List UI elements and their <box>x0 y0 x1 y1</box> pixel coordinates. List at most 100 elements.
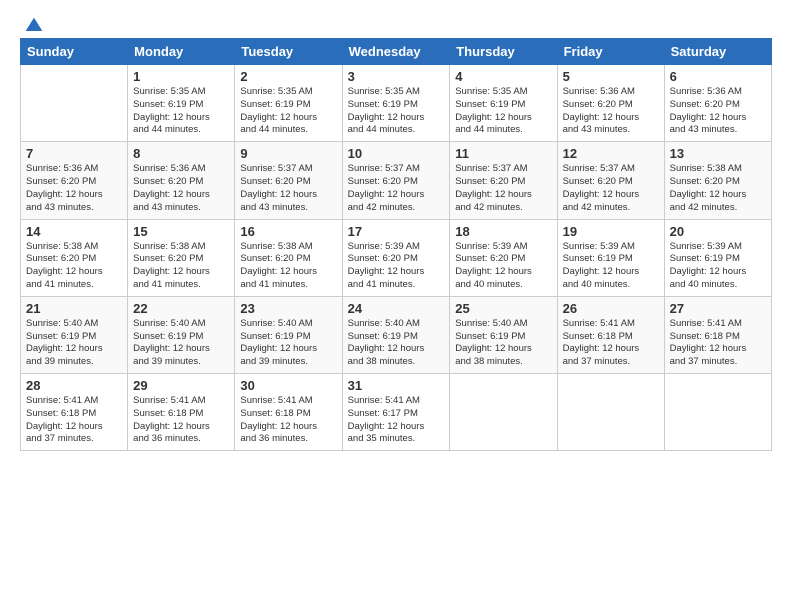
calendar-week-row: 28 Sunrise: 5:41 AM Sunset: 6:18 PM Dayli… <box>21 374 772 451</box>
calendar-cell: 30 Sunrise: 5:41 AM Sunset: 6:18 PM Dayli… <box>235 374 342 451</box>
calendar-cell <box>450 374 557 451</box>
day-number: 21 <box>26 301 122 316</box>
day-number: 16 <box>240 224 336 239</box>
calendar-cell: 21 Sunrise: 5:40 AM Sunset: 6:19 PM Dayli… <box>21 296 128 373</box>
logo-icon <box>24 16 44 36</box>
day-number: 15 <box>133 224 229 239</box>
calendar-week-row: 1 Sunrise: 5:35 AM Sunset: 6:19 PM Daylig… <box>21 65 772 142</box>
calendar-cell: 4Sunrise: 5:35 AM Sunset: 6:19 PM Daylig… <box>450 65 557 142</box>
calendar-header-tuesday: Tuesday <box>235 39 342 65</box>
day-info: Sunrise: 5:39 AM Sunset: 6:20 PM Dayligh… <box>348 241 445 292</box>
day-number: 31 <box>348 378 445 393</box>
day-number: 22 <box>133 301 229 316</box>
calendar-cell: 29 Sunrise: 5:41 AM Sunset: 6:18 PM Dayli… <box>128 374 235 451</box>
calendar-cell: 13 Sunrise: 5:38 AM Sunset: 6:20 PM Dayli… <box>664 142 771 219</box>
day-info: Sunrise: 5:39 AM Sunset: 6:19 PM Dayligh… <box>563 241 659 292</box>
calendar-cell: 1 Sunrise: 5:35 AM Sunset: 6:19 PM Daylig… <box>128 65 235 142</box>
calendar-cell: 20 Sunrise: 5:39 AM Sunset: 6:19 PM Dayli… <box>664 219 771 296</box>
calendar-cell: 24 Sunrise: 5:40 AM Sunset: 6:19 PM Dayli… <box>342 296 450 373</box>
day-number: 5 <box>563 69 659 84</box>
calendar-week-row: 14 Sunrise: 5:38 AM Sunset: 6:20 PM Dayli… <box>21 219 772 296</box>
day-info: Sunrise: 5:39 AM Sunset: 6:20 PM Dayligh… <box>455 241 551 292</box>
day-info: Sunrise: 5:39 AM Sunset: 6:19 PM Dayligh… <box>670 241 766 292</box>
day-number: 13 <box>670 146 766 161</box>
calendar-cell: 25 Sunrise: 5:40 AM Sunset: 6:19 PM Dayli… <box>450 296 557 373</box>
calendar-cell: 28 Sunrise: 5:41 AM Sunset: 6:18 PM Dayli… <box>21 374 128 451</box>
calendar-header-row: SundayMondayTuesdayWednesdayThursdayFrid… <box>21 39 772 65</box>
day-info: Sunrise: 5:41 AM Sunset: 6:18 PM Dayligh… <box>670 318 766 369</box>
calendar-cell: 26Sunrise: 5:41 AM Sunset: 6:18 PM Dayli… <box>557 296 664 373</box>
day-number: 27 <box>670 301 766 316</box>
calendar-cell <box>21 65 128 142</box>
calendar-cell: 18 Sunrise: 5:39 AM Sunset: 6:20 PM Dayli… <box>450 219 557 296</box>
calendar-header-monday: Monday <box>128 39 235 65</box>
calendar-cell: 2 Sunrise: 5:35 AM Sunset: 6:19 PM Daylig… <box>235 65 342 142</box>
calendar-cell: 27 Sunrise: 5:41 AM Sunset: 6:18 PM Dayli… <box>664 296 771 373</box>
day-number: 17 <box>348 224 445 239</box>
calendar-cell: 5 Sunrise: 5:36 AM Sunset: 6:20 PM Daylig… <box>557 65 664 142</box>
calendar-cell: 17 Sunrise: 5:39 AM Sunset: 6:20 PM Dayli… <box>342 219 450 296</box>
calendar-cell: 8Sunrise: 5:36 AM Sunset: 6:20 PM Daylig… <box>128 142 235 219</box>
calendar-header-sunday: Sunday <box>21 39 128 65</box>
day-number: 19 <box>563 224 659 239</box>
calendar-cell: 16 Sunrise: 5:38 AM Sunset: 6:20 PM Dayli… <box>235 219 342 296</box>
day-info: Sunrise: 5:38 AM Sunset: 6:20 PM Dayligh… <box>670 163 766 214</box>
day-info: Sunrise: 5:41 AM Sunset: 6:18 PM Dayligh… <box>240 395 336 446</box>
day-info: Sunrise: 5:40 AM Sunset: 6:19 PM Dayligh… <box>26 318 122 369</box>
day-info: Sunrise: 5:36 AM Sunset: 6:20 PM Dayligh… <box>670 86 766 137</box>
calendar-cell: 19 Sunrise: 5:39 AM Sunset: 6:19 PM Dayli… <box>557 219 664 296</box>
calendar-cell: 7 Sunrise: 5:36 AM Sunset: 6:20 PM Daylig… <box>21 142 128 219</box>
day-number: 7 <box>26 146 122 161</box>
day-info: Sunrise: 5:41 AM Sunset: 6:18 PM Dayligh… <box>563 318 659 369</box>
day-info: Sunrise: 5:36 AM Sunset: 6:20 PM Dayligh… <box>26 163 122 214</box>
day-info: Sunrise: 5:36 AM Sunset: 6:20 PM Dayligh… <box>563 86 659 137</box>
day-info: Sunrise: 5:41 AM Sunset: 6:17 PM Dayligh… <box>348 395 445 446</box>
day-info: Sunrise: 5:41 AM Sunset: 6:18 PM Dayligh… <box>26 395 122 446</box>
calendar-cell: 3Sunrise: 5:35 AM Sunset: 6:19 PM Daylig… <box>342 65 450 142</box>
day-number: 23 <box>240 301 336 316</box>
calendar-header-thursday: Thursday <box>450 39 557 65</box>
day-info: Sunrise: 5:41 AM Sunset: 6:18 PM Dayligh… <box>133 395 229 446</box>
day-info: Sunrise: 5:36 AM Sunset: 6:20 PM Dayligh… <box>133 163 229 214</box>
day-number: 12 <box>563 146 659 161</box>
day-number: 30 <box>240 378 336 393</box>
day-number: 29 <box>133 378 229 393</box>
day-info: Sunrise: 5:38 AM Sunset: 6:20 PM Dayligh… <box>26 241 122 292</box>
day-info: Sunrise: 5:35 AM Sunset: 6:19 PM Dayligh… <box>240 86 336 137</box>
calendar-cell: 6Sunrise: 5:36 AM Sunset: 6:20 PM Daylig… <box>664 65 771 142</box>
day-number: 20 <box>670 224 766 239</box>
day-info: Sunrise: 5:40 AM Sunset: 6:19 PM Dayligh… <box>348 318 445 369</box>
calendar-cell: 31 Sunrise: 5:41 AM Sunset: 6:17 PM Dayli… <box>342 374 450 451</box>
day-info: Sunrise: 5:38 AM Sunset: 6:20 PM Dayligh… <box>240 241 336 292</box>
page-header <box>20 16 772 32</box>
calendar-cell <box>664 374 771 451</box>
calendar-header-friday: Friday <box>557 39 664 65</box>
day-info: Sunrise: 5:35 AM Sunset: 6:19 PM Dayligh… <box>348 86 445 137</box>
day-info: Sunrise: 5:35 AM Sunset: 6:19 PM Dayligh… <box>455 86 551 137</box>
day-number: 2 <box>240 69 336 84</box>
calendar-cell: 22Sunrise: 5:40 AM Sunset: 6:19 PM Dayli… <box>128 296 235 373</box>
day-number: 14 <box>26 224 122 239</box>
calendar: SundayMondayTuesdayWednesdayThursdayFrid… <box>20 38 772 451</box>
day-info: Sunrise: 5:37 AM Sunset: 6:20 PM Dayligh… <box>455 163 551 214</box>
calendar-cell: 11Sunrise: 5:37 AM Sunset: 6:20 PM Dayli… <box>450 142 557 219</box>
calendar-cell: 10Sunrise: 5:37 AM Sunset: 6:20 PM Dayli… <box>342 142 450 219</box>
day-info: Sunrise: 5:37 AM Sunset: 6:20 PM Dayligh… <box>348 163 445 214</box>
day-number: 1 <box>133 69 229 84</box>
logo <box>20 16 44 32</box>
calendar-cell: 15 Sunrise: 5:38 AM Sunset: 6:20 PM Dayli… <box>128 219 235 296</box>
calendar-cell: 12Sunrise: 5:37 AM Sunset: 6:20 PM Dayli… <box>557 142 664 219</box>
calendar-cell: 23 Sunrise: 5:40 AM Sunset: 6:19 PM Dayli… <box>235 296 342 373</box>
day-info: Sunrise: 5:38 AM Sunset: 6:20 PM Dayligh… <box>133 241 229 292</box>
day-number: 25 <box>455 301 551 316</box>
day-info: Sunrise: 5:40 AM Sunset: 6:19 PM Dayligh… <box>240 318 336 369</box>
day-info: Sunrise: 5:40 AM Sunset: 6:19 PM Dayligh… <box>455 318 551 369</box>
calendar-week-row: 21 Sunrise: 5:40 AM Sunset: 6:19 PM Dayli… <box>21 296 772 373</box>
day-number: 28 <box>26 378 122 393</box>
calendar-cell: 14 Sunrise: 5:38 AM Sunset: 6:20 PM Dayli… <box>21 219 128 296</box>
day-info: Sunrise: 5:35 AM Sunset: 6:19 PM Dayligh… <box>133 86 229 137</box>
calendar-header-saturday: Saturday <box>664 39 771 65</box>
day-number: 18 <box>455 224 551 239</box>
calendar-header-wednesday: Wednesday <box>342 39 450 65</box>
day-number: 24 <box>348 301 445 316</box>
